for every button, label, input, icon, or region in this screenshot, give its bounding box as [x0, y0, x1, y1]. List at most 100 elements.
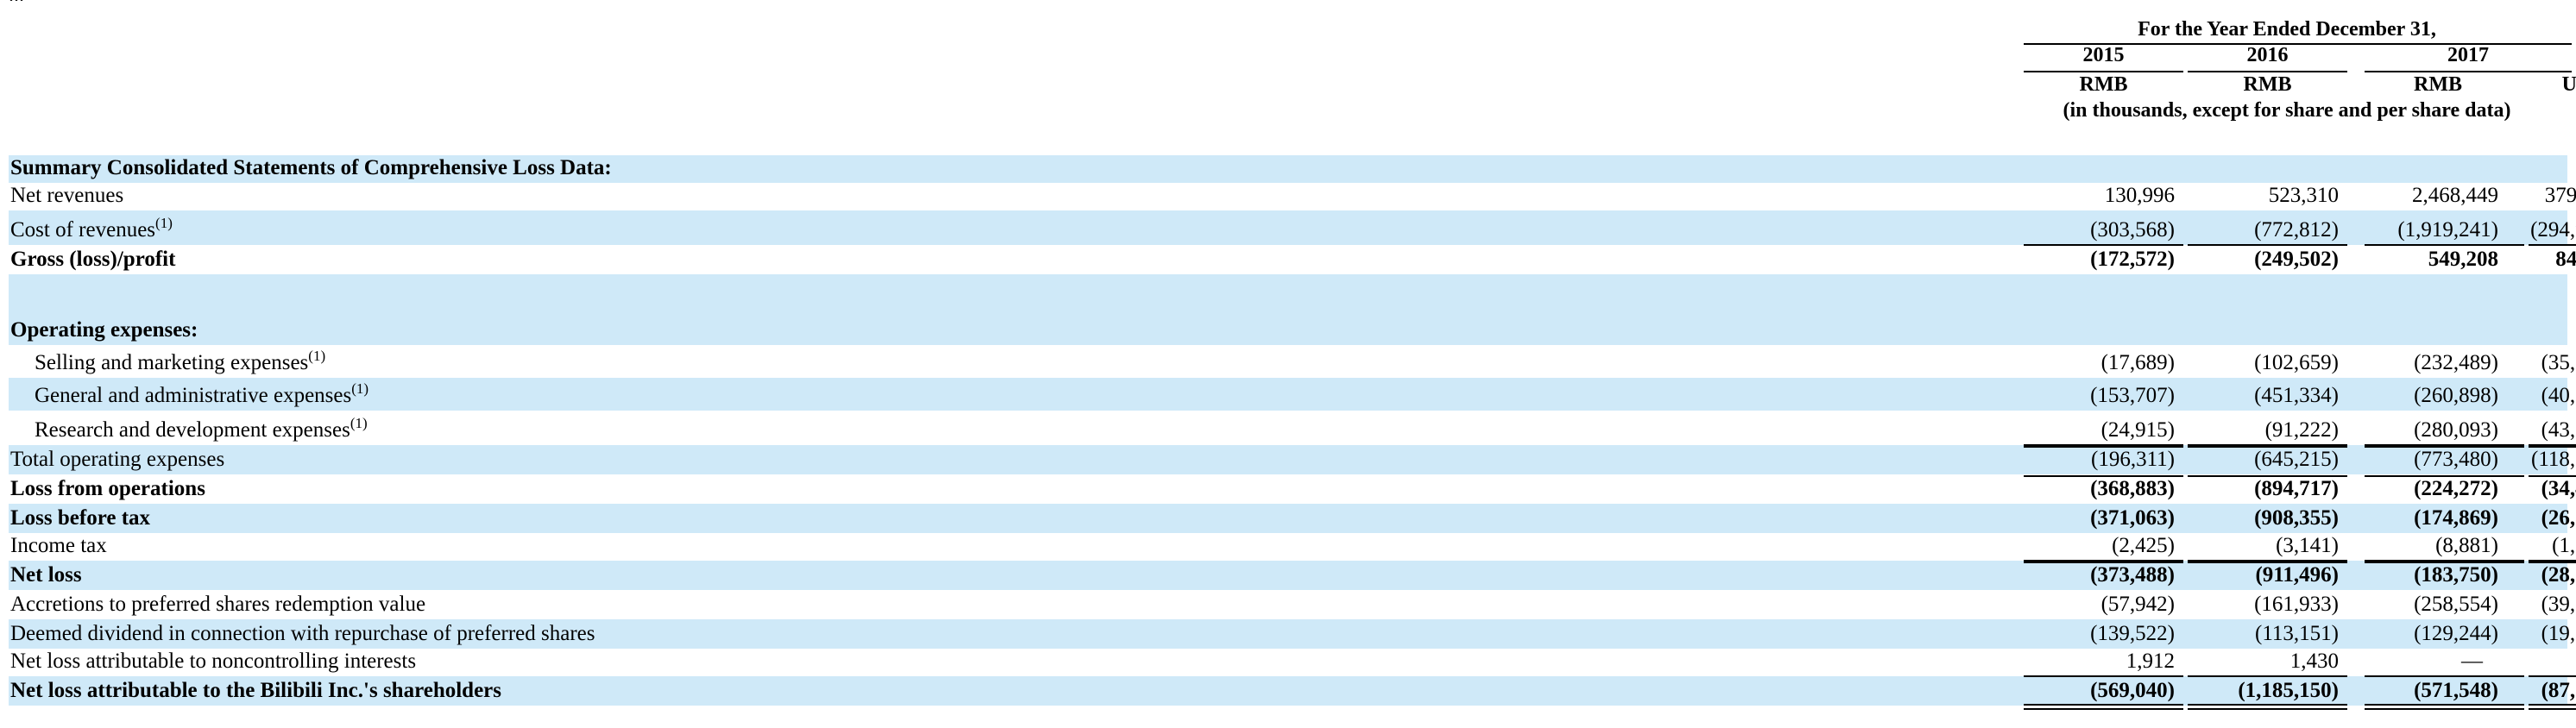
row-label: Summary Consolidated Statements of Compr…	[10, 155, 612, 181]
row-label: Research and development expenses(1)	[35, 416, 368, 443]
value-cell: (249,502)	[2254, 248, 2339, 271]
total-double-rule	[2024, 708, 2183, 710]
value-cell: 2,468,449	[2412, 184, 2498, 207]
row-label: Net revenues	[10, 183, 123, 209]
row-label-text: Research and development expenses	[35, 418, 350, 442]
table-row: Research and development expenses(1) (24,…	[9, 411, 2576, 445]
row-label-text: Accretions to preferred shares redemptio…	[10, 593, 426, 616]
subtotal-rule	[2529, 244, 2576, 246]
subtotal-rule	[2529, 446, 2576, 448]
total-double-rule	[2529, 704, 2576, 706]
year-header-2015: 2015	[2082, 44, 2125, 66]
value-cell: (260,898)	[2414, 384, 2498, 407]
value-cell: 84,412	[2555, 248, 2576, 271]
row-label-text: Selling and marketing expenses	[35, 351, 309, 374]
value-cell: (773,480)	[2414, 448, 2498, 471]
table-row: Cost of revenues(1) (303,568) (772,812) (1,…	[9, 210, 2576, 245]
value-cell: (26,877)	[2541, 506, 2576, 530]
subtotal-rule	[2188, 475, 2347, 477]
value-cell: 130,996	[2104, 184, 2175, 207]
subtotal-rule	[2188, 675, 2347, 677]
value-cell: (451,334)	[2254, 384, 2339, 407]
row-label: Income tax	[10, 533, 107, 559]
value-cell: (908,355)	[2254, 506, 2339, 530]
value-cell: (645,215)	[2254, 448, 2339, 471]
row-label: Net loss attributable to the Bilibili In…	[10, 678, 501, 704]
subtotal-rule	[2365, 475, 2524, 477]
value-cell: 1,430	[2289, 650, 2339, 673]
footnote-marker: (1)	[351, 380, 369, 397]
row-label-text: Gross (loss)/profit	[10, 248, 176, 271]
value-cell: (368,883)	[2090, 477, 2175, 500]
value-cell: (28,242)	[2541, 563, 2576, 587]
row-label-text: General and administrative expenses	[35, 384, 352, 407]
table-row: Operating expenses:	[9, 274, 2567, 345]
period-header: For the Year Ended December 31,	[2138, 18, 2436, 41]
row-label: Gross (loss)/profit	[10, 247, 175, 273]
value-cell: (19,864)	[2541, 622, 2576, 645]
currency-header-3: RMB	[2414, 73, 2462, 96]
value-cell: —	[2461, 650, 2483, 673]
value-cell: (118,882)	[2531, 448, 2576, 471]
subtotal-rule	[2529, 562, 2576, 563]
value-cell: (91,222)	[2264, 418, 2339, 442]
total-double-rule	[2365, 708, 2524, 710]
subtotal-rule	[2024, 562, 2183, 563]
row-label: Loss from operations	[10, 476, 205, 502]
row-label: Selling and marketing expenses(1)	[35, 348, 326, 376]
total-double-rule	[2529, 708, 2576, 710]
cut-off-text-fragment: ...	[9, 0, 181, 5]
value-cell: 523,310	[2268, 184, 2339, 207]
row-label-text: Income tax	[10, 534, 107, 557]
currency-header-4: US$	[2561, 73, 2576, 96]
value-cell: (34,470)	[2541, 477, 2576, 500]
total-double-rule	[2365, 704, 2524, 706]
subtotal-rule	[2365, 446, 2524, 448]
financial-table: ... For the Year Ended December 31, 2015…	[0, 0, 2576, 728]
value-cell: (172,572)	[2090, 248, 2175, 271]
value-cell: (2,425)	[2112, 534, 2175, 557]
value-cell: (183,750)	[2414, 563, 2498, 587]
value-cell: (35,733)	[2541, 351, 2576, 374]
value-cell: (569,040)	[2090, 679, 2175, 702]
row-label-text: Total operating expenses	[10, 448, 225, 471]
subtotal-rule	[2188, 446, 2347, 448]
table-row: Deemed dividend in connection with repur…	[9, 619, 2576, 649]
table-row: Net loss attributable to the Bilibili In…	[9, 676, 2576, 706]
subtotal-rule	[2529, 675, 2576, 677]
total-double-rule	[2188, 704, 2347, 706]
value-cell: (911,496)	[2255, 563, 2339, 587]
table-row: Net loss attributable to noncontrolling …	[9, 649, 2567, 676]
footnote-marker: (1)	[308, 348, 326, 364]
subtotal-rule	[2188, 244, 2347, 246]
value-cell: (3,141)	[2276, 534, 2339, 557]
subtotal-rule	[2529, 475, 2576, 477]
value-cell: (224,272)	[2414, 477, 2498, 500]
row-label-text: Summary Consolidated Statements of Compr…	[10, 156, 612, 179]
value-cell: (40,099)	[2541, 384, 2576, 407]
row-label-text: Cost of revenues	[10, 218, 156, 242]
table-row: General and administrative expenses(1) (1…	[9, 378, 2576, 411]
value-cell: (303,568)	[2090, 218, 2175, 242]
table-row: Loss before tax (371,063) (908,355) (174,86…	[9, 504, 2576, 533]
subtotal-rule	[2024, 675, 2183, 677]
total-double-rule	[2024, 704, 2183, 706]
subtotal-rule	[2024, 446, 2183, 448]
row-label: Cost of revenues(1)	[10, 216, 173, 243]
value-cell: (258,554)	[2414, 593, 2498, 616]
year-header-2016: 2016	[2246, 44, 2289, 66]
table-row: Net loss (373,488) (911,496) (183,750) (28,2…	[9, 561, 2576, 590]
value-cell: (196,311)	[2091, 448, 2175, 471]
row-label-text: Net loss	[10, 563, 82, 587]
value-cell: (129,244)	[2414, 622, 2498, 645]
value-cell: 1,912	[2126, 650, 2175, 673]
value-cell: (57,942)	[2100, 593, 2175, 616]
value-cell: (232,489)	[2414, 351, 2498, 374]
row-label: Net loss	[10, 562, 82, 588]
value-cell: (161,933)	[2254, 593, 2339, 616]
row-label: Accretions to preferred shares redemptio…	[10, 592, 425, 618]
table-row: Selling and marketing expenses(1) (17,689…	[9, 345, 2576, 378]
table-row: Total operating expenses (196,311) (645,21…	[9, 445, 2576, 474]
table-row: Gross (loss)/profit (172,572) (249,502) 549…	[9, 245, 2576, 274]
value-cell: (373,488)	[2090, 563, 2175, 587]
